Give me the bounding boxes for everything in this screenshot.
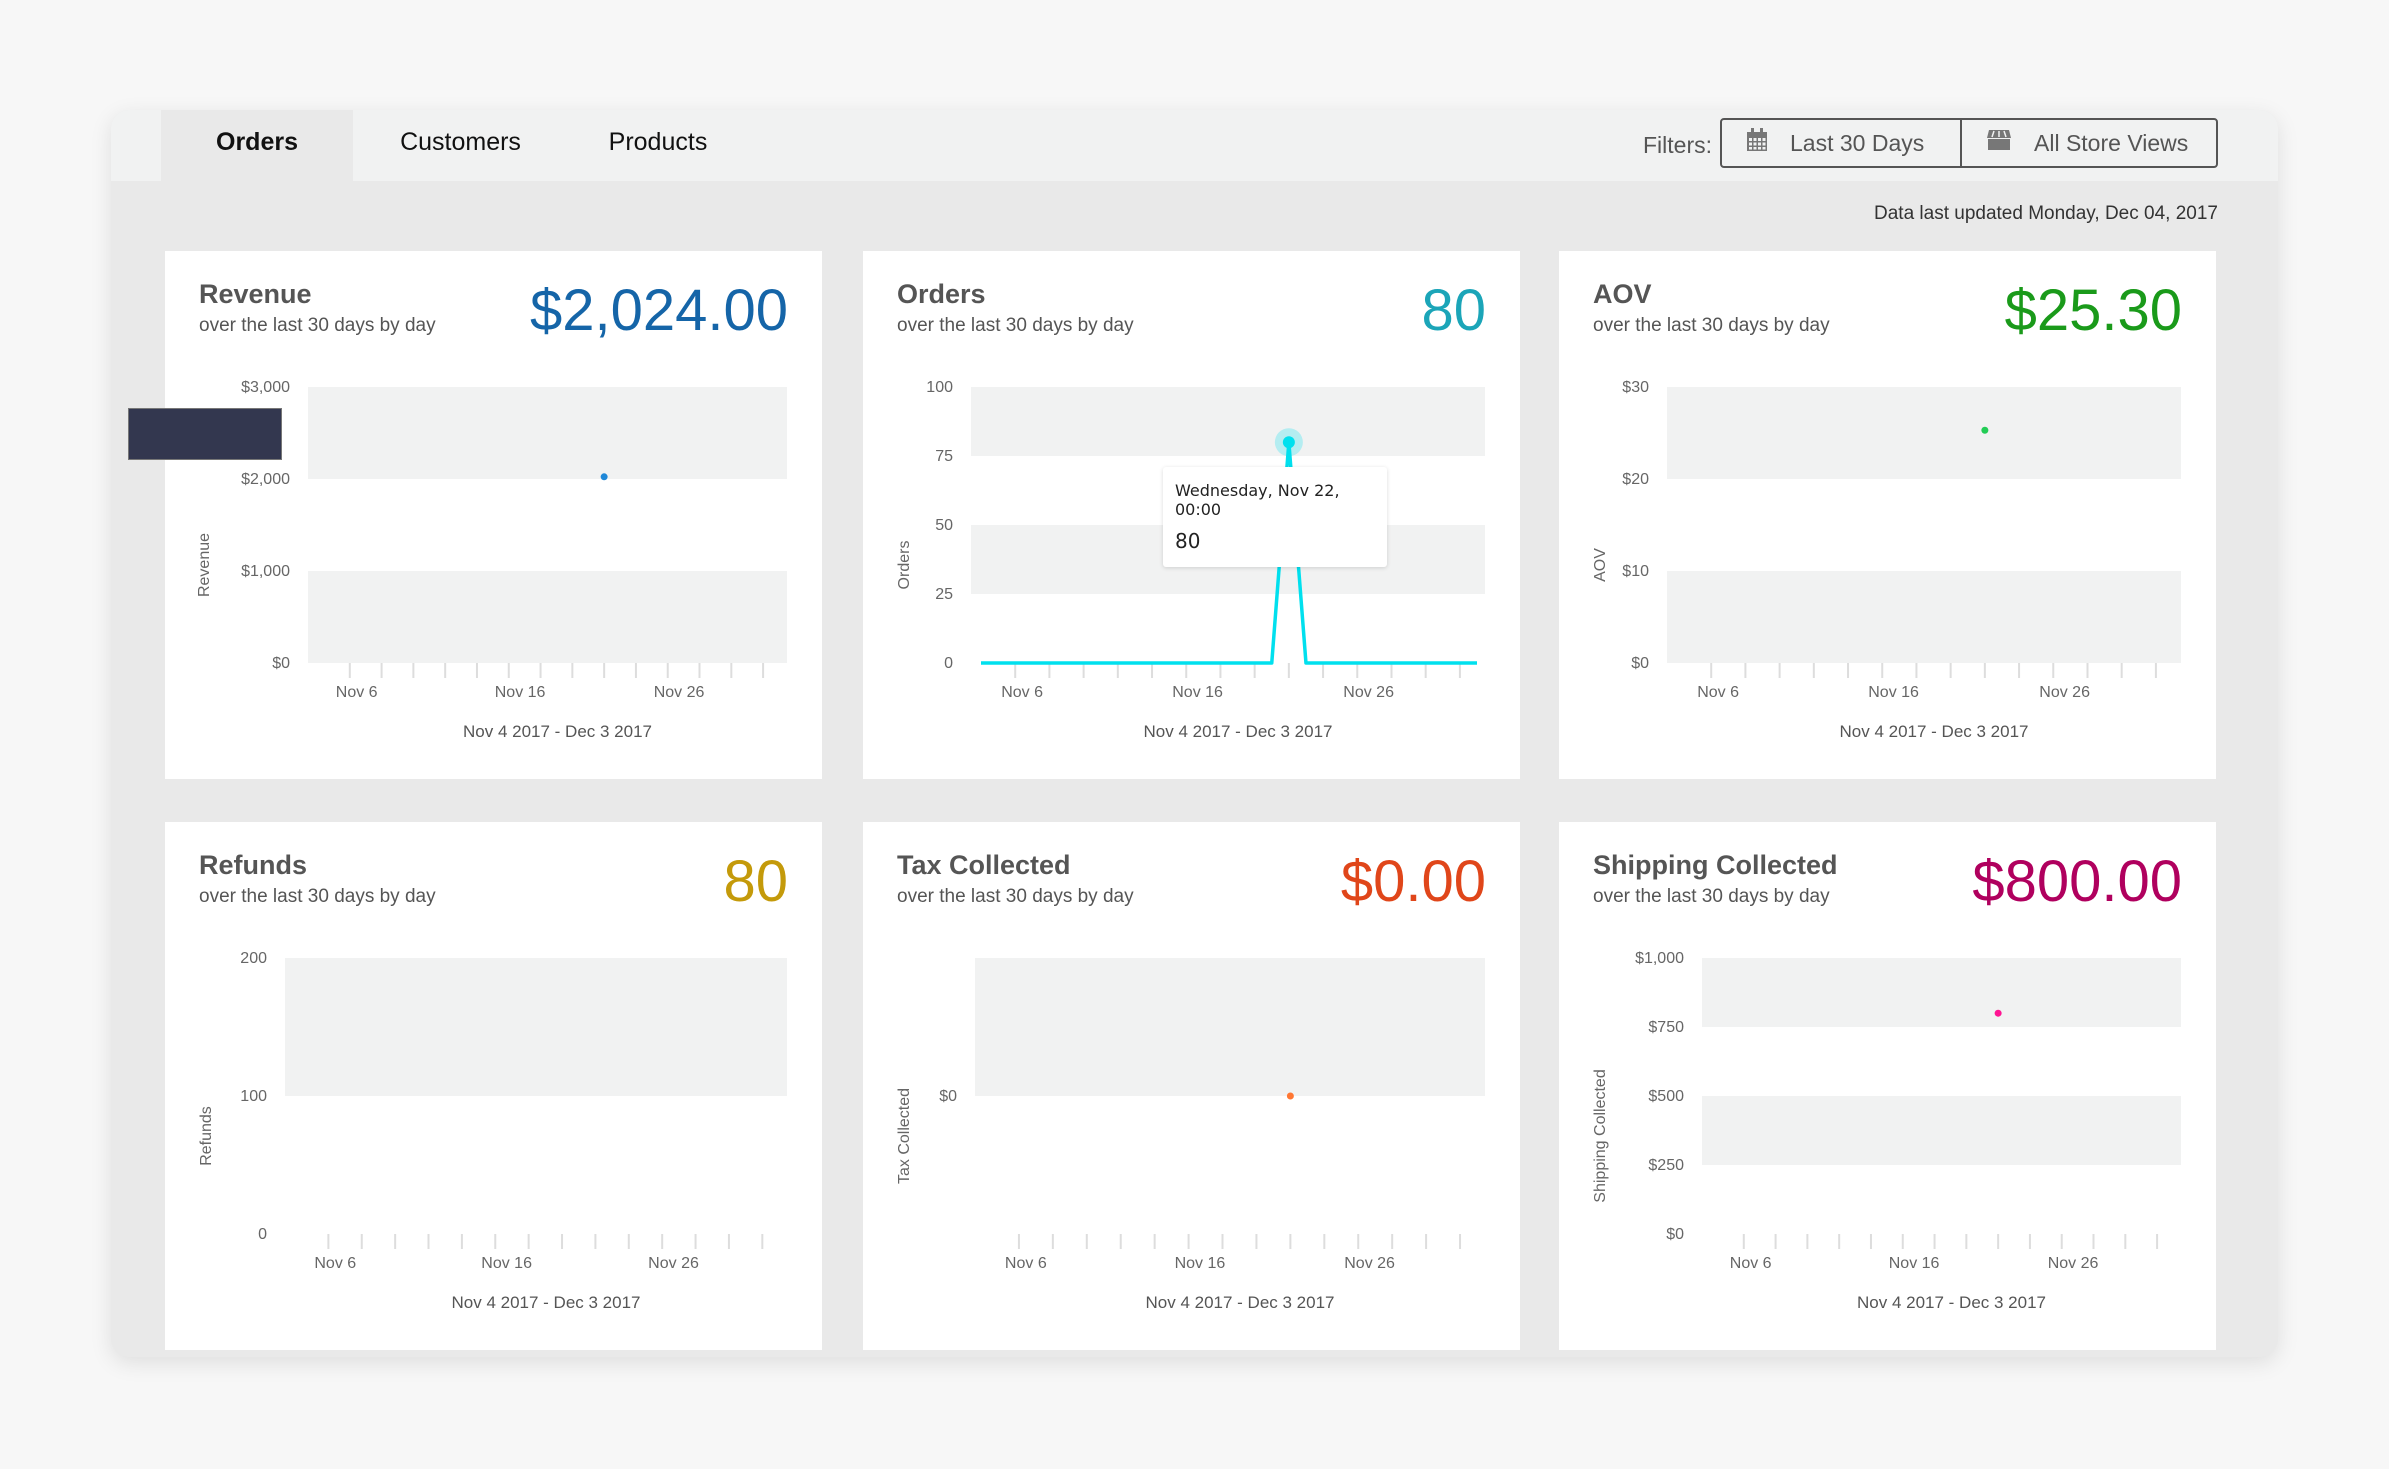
store-icon: [1986, 129, 2034, 157]
y-tick-label: $3,000: [241, 379, 290, 396]
plot-band: [1702, 1096, 2181, 1165]
refunds-chart[interactable]: 0 100 200 Refunds Nov 6 Nov 16 Nov 26 Nov 4 201…: [165, 822, 822, 1350]
tab-bar: Orders Customers Products Filters: Last …: [111, 110, 2278, 181]
x-tick-label: Nov 26: [2048, 1255, 2099, 1272]
data-point: [1994, 1009, 2002, 1017]
x-tick-label: Nov 26: [1343, 684, 1394, 701]
y-tick-label: $0: [272, 655, 290, 672]
x-tick-label: Nov 6: [1001, 684, 1043, 701]
y-tick-label: $2,000: [241, 471, 290, 488]
shipping-collected-card: Shipping Collected over the last 30 days…: [1559, 822, 2216, 1350]
data-point: [1981, 426, 1989, 434]
y-tick-label: $250: [1648, 1157, 1684, 1174]
y-tick-label: 0: [258, 1226, 267, 1243]
data-point: [600, 473, 608, 481]
tab-orders[interactable]: Orders: [161, 110, 353, 181]
highlight-point: [1282, 436, 1295, 449]
x-tick-label: Nov 6: [1697, 684, 1739, 701]
plot-band: [1667, 387, 2181, 479]
y-axis-label: Tax Collected: [896, 1088, 913, 1184]
dashboard-panel: Orders Customers Products Filters: Last …: [111, 110, 2278, 1357]
x-tick-label: Nov 26: [654, 684, 705, 701]
x-axis-label: Nov 4 2017 - Dec 3 2017: [1857, 1293, 2046, 1312]
calendar-icon: [1746, 128, 1790, 158]
x-axis-label: Nov 4 2017 - Dec 3 2017: [1145, 1293, 1334, 1312]
x-axis-label: Nov 4 2017 - Dec 3 2017: [463, 722, 652, 741]
aov-card: AOV over the last 30 days by day $25.30 …: [1559, 251, 2216, 779]
store-view-filter-button[interactable]: All Store Views: [1962, 120, 2216, 166]
x-tick-label: Nov 6: [1005, 1255, 1047, 1272]
plot-band: [308, 571, 787, 663]
x-tick-label: Nov 26: [648, 1255, 699, 1272]
y-tick-label: 200: [240, 950, 267, 967]
x-tick-label: Nov 6: [336, 684, 378, 701]
x-tick-label: Nov 16: [1889, 1255, 1940, 1272]
plot-band: [285, 958, 787, 1096]
tax-collected-card: Tax Collected over the last 30 days by d…: [863, 822, 1520, 1350]
x-tick-label: Nov 6: [1730, 1255, 1772, 1272]
y-tick-label: $1,000: [241, 563, 290, 580]
x-axis-label: Nov 4 2017 - Dec 3 2017: [1839, 722, 2028, 741]
y-tick-label: $500: [1648, 1088, 1684, 1105]
y-tick-label: 75: [935, 448, 953, 465]
y-axis-label: Shipping Collected: [1592, 1069, 1609, 1202]
x-axis-label: Nov 4 2017 - Dec 3 2017: [1143, 722, 1332, 741]
tooltip-value: 80: [1175, 529, 1201, 553]
y-axis-label: Refunds: [198, 1106, 215, 1166]
y-tick-label: $10: [1622, 563, 1649, 580]
y-tick-label: 50: [935, 517, 953, 534]
y-axis-label: AOV: [1592, 548, 1609, 582]
x-tick-label: Nov 26: [1344, 1255, 1395, 1272]
date-range-label: Last 30 Days: [1790, 129, 1925, 156]
y-tick-label: $0: [939, 1088, 957, 1105]
tax-collected-chart[interactable]: $0 Tax Collected Nov 6 Nov 16 Nov 26 Nov 4 20…: [863, 822, 1520, 1350]
tab-products[interactable]: Products: [568, 110, 748, 181]
y-axis-label: Revenue: [196, 533, 213, 597]
plot-band: [1667, 571, 2181, 663]
plot-band: [1702, 958, 2181, 1027]
y-axis-label: Orders: [896, 541, 913, 590]
x-axis-label: Nov 4 2017 - Dec 3 2017: [451, 1293, 640, 1312]
filters-label: Filters:: [1643, 132, 1712, 158]
plot-band: [308, 387, 787, 479]
y-tick-label: $30: [1622, 379, 1649, 396]
x-tick-label: Nov 16: [481, 1255, 532, 1272]
y-tick-label: $20: [1622, 471, 1649, 488]
y-tick-label: $0: [1631, 655, 1649, 672]
tooltip-date: Wednesday, Nov 22, 00:00: [1175, 481, 1340, 519]
y-tick-label: 0: [944, 655, 953, 672]
y-tick-label: 25: [935, 586, 953, 603]
plot-band: [971, 387, 1485, 456]
redaction-overlay: [128, 408, 282, 460]
x-tick-label: Nov 16: [1172, 684, 1223, 701]
aov-chart[interactable]: $0 $10 $20 $30 AOV Nov 6 Nov 16 Nov 26 Nov 4 201…: [1559, 251, 2216, 779]
store-view-label: All Store Views: [2034, 129, 2189, 156]
plot-band: [975, 958, 1485, 1096]
y-tick-label: 100: [926, 379, 953, 396]
y-tick-label: $750: [1648, 1019, 1684, 1036]
shipping-collected-chart[interactable]: $0 $250 $500 $750 $1,000 Shipping Collected No…: [1559, 822, 2216, 1350]
y-tick-label: 100: [240, 1088, 267, 1105]
data-point: [1286, 1092, 1294, 1100]
filter-button-group: Last 30 Days All Store Views: [1720, 118, 2218, 168]
orders-card: Orders over the last 30 days by day 80 0…: [863, 251, 1520, 779]
data-updated-text: Data last updated Monday, Dec 04, 2017: [1874, 203, 2218, 224]
chart-tooltip: Wednesday, Nov 22, 00:00 80: [1163, 467, 1387, 567]
revenue-card: Revenue over the last 30 days by day $2,…: [165, 251, 822, 779]
refunds-card: Refunds over the last 30 days by day 80 …: [165, 822, 822, 1350]
x-tick-label: Nov 26: [2039, 684, 2090, 701]
x-tick-label: Nov 16: [495, 684, 546, 701]
tab-customers[interactable]: Customers: [353, 110, 568, 181]
revenue-chart[interactable]: $0 $1,000 $2,000 $3,000 Revenue Nov 6 Nov 16 No…: [165, 251, 822, 779]
x-tick-label: Nov 6: [314, 1255, 356, 1272]
y-tick-label: $1,000: [1635, 950, 1684, 967]
date-range-filter-button[interactable]: Last 30 Days: [1722, 120, 1962, 166]
y-tick-label: $0: [1666, 1226, 1684, 1243]
x-tick-label: Nov 16: [1175, 1255, 1226, 1272]
x-tick-label: Nov 16: [1868, 684, 1919, 701]
